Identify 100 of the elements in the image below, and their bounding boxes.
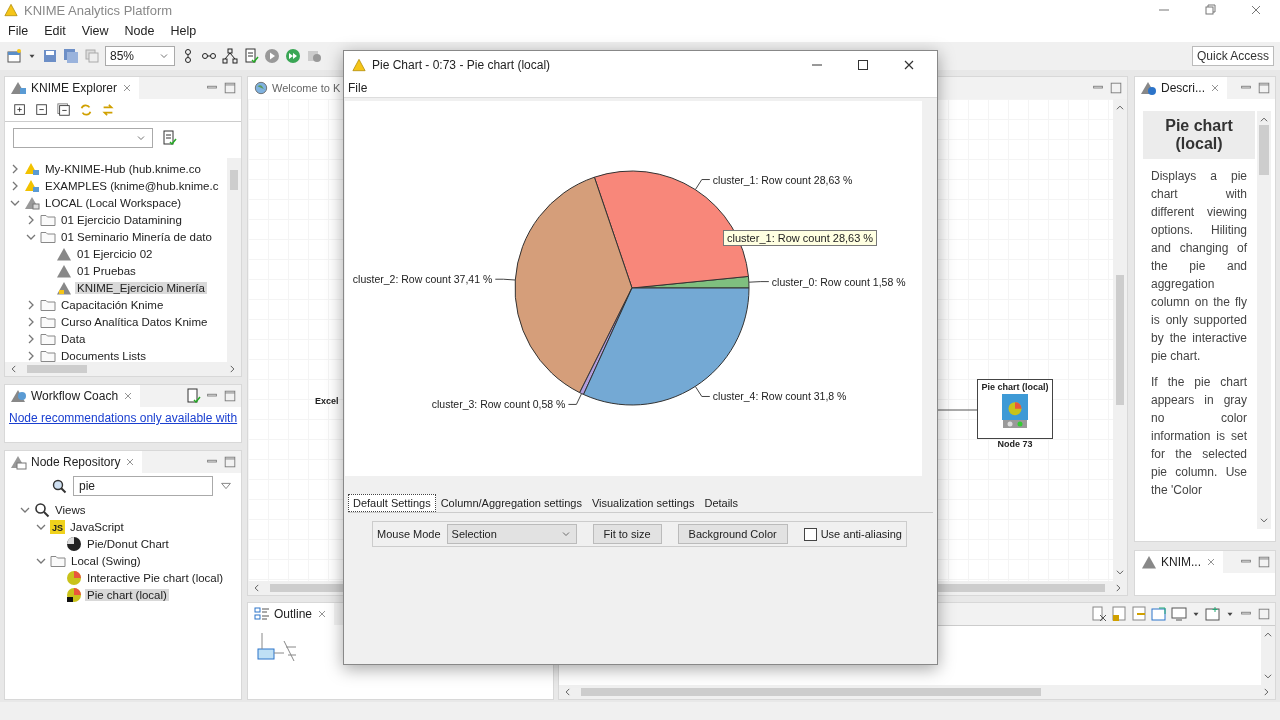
collapse-icon[interactable] — [57, 103, 71, 117]
configure-icon[interactable] — [243, 48, 259, 64]
pie-node-icon — [1002, 394, 1028, 420]
menu-item[interactable]: File — [344, 81, 372, 95]
search-icon[interactable] — [51, 478, 67, 494]
status-lights-icon — [1003, 420, 1027, 428]
window-title: Pie Chart - 0:73 - Pie chart (local) — [372, 58, 551, 72]
mouse-mode-label: Mouse Mode — [377, 528, 441, 540]
scrollbar[interactable] — [559, 685, 1275, 699]
scroll-thumb[interactable] — [1116, 275, 1124, 405]
tree-item[interactable]: Interactive Pie chart (local) — [85, 571, 226, 584]
js-icon: JS — [50, 519, 65, 534]
quick-access-field[interactable]: Quick Access — [1191, 46, 1274, 66]
tree-item[interactable]: My-KNIME-Hub (hub.knime.co — [43, 162, 203, 175]
pie-icon — [66, 535, 82, 552]
pie-icon — [66, 586, 82, 603]
search-field[interactable]: pie — [73, 476, 213, 496]
leader-line — [748, 281, 770, 283]
repository-icon — [11, 454, 27, 470]
node[interactable]: Pie chart (local) — [977, 379, 1053, 439]
action-button[interactable]: Fit to size — [592, 524, 662, 544]
slice-label: cluster_3: Row count 0,58 % — [431, 398, 566, 411]
expand-all-icon[interactable] — [13, 103, 27, 117]
leader-line — [694, 179, 711, 191]
collapse-all-icon[interactable] — [35, 103, 49, 117]
tree-item[interactable]: Views — [53, 503, 88, 516]
explorer-icon — [11, 80, 27, 96]
outline-icon — [254, 606, 270, 622]
step-icon[interactable] — [306, 48, 322, 64]
tree-item[interactable]: Local (Swing) — [69, 554, 143, 567]
tree-item[interactable]: LOCAL (Local Workspace) — [43, 196, 184, 209]
tab[interactable]: Column/Aggregation settings — [435, 494, 587, 512]
menu-item[interactable]: View — [73, 24, 117, 38]
menu-item[interactable]: Node — [116, 24, 163, 38]
filter-dropdown[interactable] — [13, 128, 153, 148]
copy-icon[interactable] — [84, 48, 100, 64]
scroll-thumb[interactable] — [230, 170, 238, 190]
clear-icon[interactable] — [1091, 606, 1107, 622]
search-icon — [34, 501, 50, 518]
tree-item[interactable]: EXAMPLES (knime@hub.knime.c — [43, 179, 221, 192]
configure-icon[interactable] — [161, 130, 177, 146]
tree-item[interactable]: Data — [59, 332, 88, 345]
leader-line — [567, 393, 583, 405]
open-console-icon[interactable] — [1151, 606, 1167, 622]
node-caption: Node 73 — [996, 439, 1034, 449]
tree-item[interactable]: Documents Lists — [59, 349, 148, 362]
tree-item[interactable]: 01 Seminario Minería de dato — [59, 230, 214, 243]
tree-item[interactable]: Pie chart (local) — [85, 588, 169, 601]
scrollbar[interactable] — [227, 158, 241, 362]
sync-icon[interactable] — [101, 103, 115, 117]
tree-item[interactable]: Pie/Donut Chart — [85, 537, 171, 550]
new-workflow-icon[interactable] — [6, 48, 22, 64]
scroll-thumb[interactable] — [1259, 125, 1269, 175]
node-title: Pie chart (local) — [981, 381, 1049, 394]
leader-line — [694, 385, 711, 397]
description-heading: Pie chart (local) — [1143, 111, 1255, 159]
layout-icon[interactable] — [222, 48, 238, 64]
coach-icon — [11, 388, 27, 404]
mouse-mode-dropdown[interactable]: Selection — [446, 524, 577, 544]
scrollbar[interactable] — [5, 362, 241, 376]
slice-label: cluster_4: Row count 31,8 % — [712, 390, 847, 403]
slice-label: cluster_2: Row count 37,41 % — [352, 273, 493, 286]
scrollbar[interactable] — [1257, 111, 1271, 529]
tab[interactable]: Default Settings — [348, 494, 436, 512]
slice-label: cluster_0: Row count 1,58 % — [771, 275, 906, 288]
app-title: KNIME Analytics Platform — [24, 2, 173, 18]
tree-item[interactable]: JavaScript — [68, 520, 126, 533]
run-all-icon[interactable] — [285, 48, 301, 64]
tab[interactable]: Details — [699, 494, 744, 512]
warning-icon — [352, 58, 366, 72]
description-text: If the pie chart appears in gray no color information is set for the selected pie column. Use the 'Color — [1151, 374, 1247, 499]
save-all-icon[interactable] — [63, 48, 79, 64]
tree-item[interactable]: KNIME_Ejercicio Minería — [75, 281, 207, 294]
run-icon[interactable] — [264, 48, 280, 64]
slice-label: cluster_1: Row count 28,63 % — [712, 173, 853, 186]
action-button[interactable]: Background Color — [677, 524, 788, 544]
globe-icon — [254, 81, 268, 95]
tree-item[interactable]: Capacitación Knime — [59, 298, 166, 311]
warning-icon — [4, 3, 18, 17]
tree-item[interactable]: 01 Ejercicio Datamining — [59, 213, 184, 226]
description-icon — [1141, 80, 1157, 96]
tree-item[interactable]: 01 Ejercicio 02 — [75, 247, 155, 260]
save-icon[interactable] — [42, 48, 58, 64]
menu-item[interactable]: Help — [162, 24, 205, 38]
tooltip: cluster_1: Row count 28,63 % — [723, 230, 878, 246]
recommendations-link[interactable]: Node recommendations only available with — [5, 407, 241, 429]
pin-icon[interactable] — [1131, 606, 1147, 622]
sync-icon[interactable] — [79, 103, 93, 117]
zoom-dropdown[interactable]: 85% — [105, 46, 175, 66]
node-label: Excel — [315, 396, 339, 406]
scrollbar[interactable] — [1261, 626, 1275, 685]
pie-icon — [66, 569, 82, 586]
configure-icon[interactable] — [185, 388, 201, 404]
menu-item[interactable]: Edit — [36, 24, 74, 38]
tree-item[interactable]: 01 Pruebas — [75, 264, 138, 277]
menu-item[interactable]: File — [0, 24, 37, 38]
tree-item[interactable]: Curso Analítica Datos Knime — [59, 315, 210, 328]
tab[interactable]: Visualization settings — [586, 494, 700, 512]
antialias-checkbox[interactable]: Use anti-aliasing — [803, 527, 902, 541]
description-text: Displays a pie chart with different viewing options. Hiliting and changing of the pie and aggregation column on the fly is only supported by the interactive pie chart. — [1151, 168, 1247, 365]
